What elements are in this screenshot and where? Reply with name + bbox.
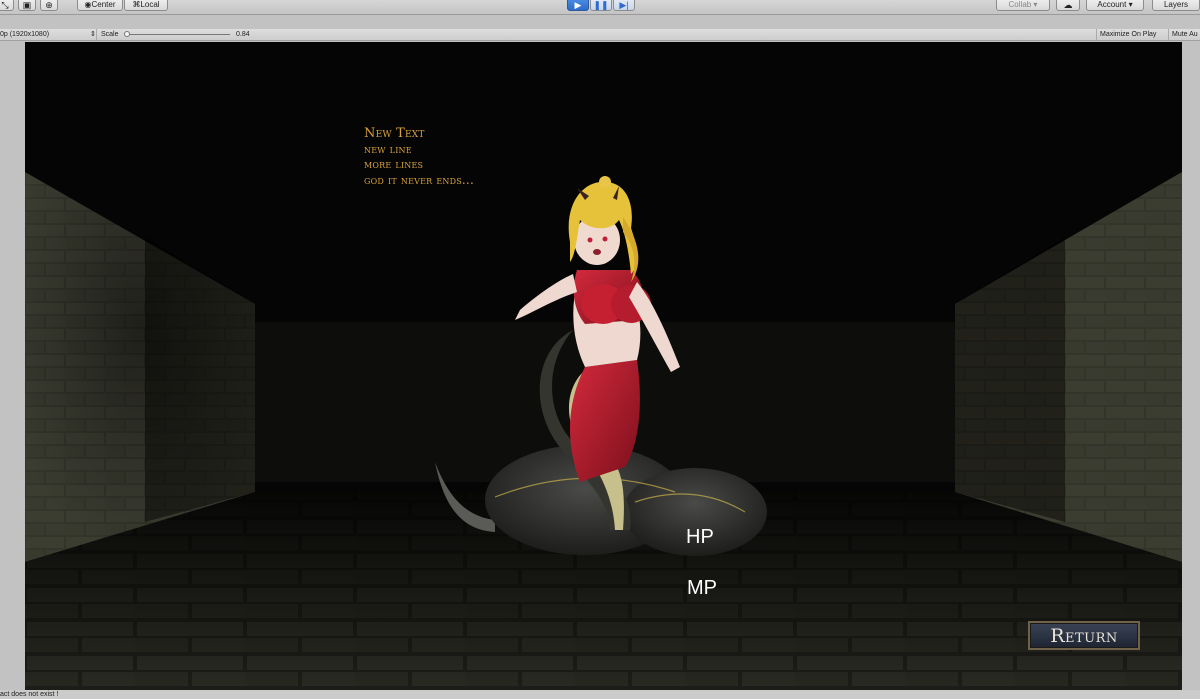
game-viewport[interactable]: New Text new line more lines god it neve… (25, 42, 1182, 690)
scale-value: 0.84 (236, 31, 250, 38)
console-message: act does not exist ! (0, 691, 59, 698)
mute-audio-toggle[interactable]: Mute Au (1172, 29, 1198, 40)
scale-label: Scale (101, 31, 119, 38)
layers-dropdown[interactable]: Layers (1152, 0, 1200, 11)
console-status-bar[interactable]: act does not exist ! (0, 690, 1200, 699)
game-view-toolbar: 0p (1920x1080) ⇕ Scale 0.84 Maximize On … (0, 29, 1200, 41)
chevron-updown-icon: ⇕ (90, 31, 96, 38)
step-button[interactable]: ▶| (613, 0, 635, 11)
dungeon-scene (25, 42, 1182, 690)
play-button[interactable]: ▶ (567, 0, 589, 11)
divider (1096, 29, 1097, 40)
account-dropdown[interactable]: Account ▾ (1086, 0, 1144, 11)
dialogue-line: more lines (364, 157, 424, 171)
rect-tool-icon[interactable]: ▣ (18, 0, 36, 11)
dialogue-line: god it never ends... (364, 172, 474, 187)
scale-tool-icon[interactable]: ⤡ (0, 0, 14, 11)
pivot-local-button[interactable]: ⌘Local (124, 0, 168, 11)
hp-label: HP (686, 526, 714, 548)
main-toolbar: ⤡ ▣ ⊕ ◉Center ⌘Local ▶ ❚❚ ▶| Collab ▾ ☁ … (0, 0, 1200, 15)
scale-slider-track[interactable] (126, 34, 230, 35)
cloud-icon[interactable]: ☁ (1056, 0, 1080, 11)
maximize-on-play-toggle[interactable]: Maximize On Play (1100, 29, 1156, 40)
scale-slider-handle[interactable] (124, 31, 130, 37)
resolution-dropdown[interactable]: 0p (1920x1080) (0, 29, 49, 40)
dialogue-line: New Text (364, 126, 425, 141)
divider (1168, 29, 1169, 40)
chevron-down-icon: ▾ (1128, 0, 1133, 9)
divider (96, 29, 97, 40)
dialogue-line: new line (364, 141, 412, 156)
collab-button[interactable]: Collab ▾ (996, 0, 1050, 11)
pause-button[interactable]: ❚❚ (590, 0, 612, 11)
pivot-center-button[interactable]: ◉Center (77, 0, 123, 11)
mp-label: MP (687, 577, 717, 599)
transform-tool-icon[interactable]: ⊕ (40, 0, 58, 11)
game-dialogue-text: New Text new line more lines god it neve… (364, 126, 474, 188)
return-button[interactable]: Return (1028, 621, 1140, 650)
